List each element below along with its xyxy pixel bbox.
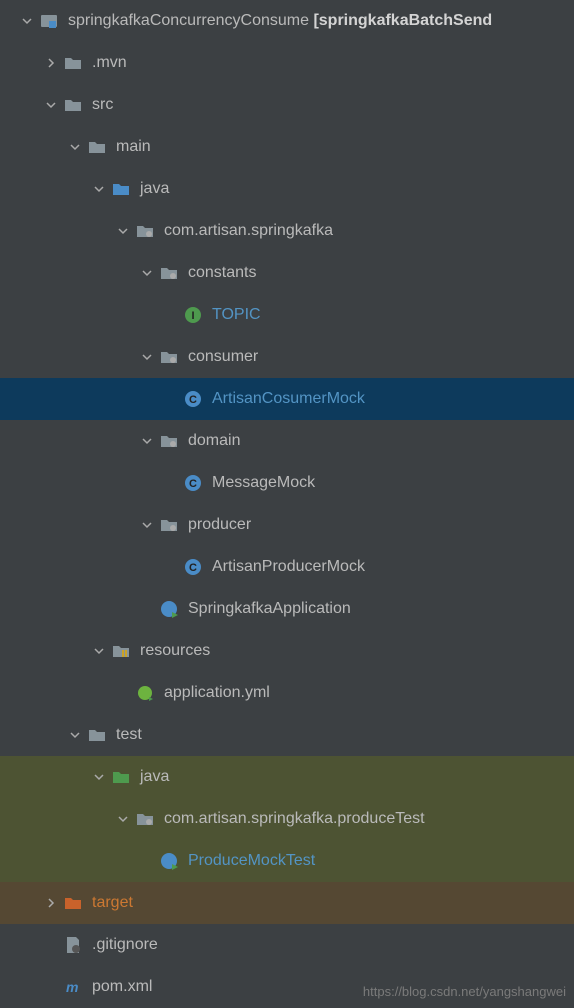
chevron-down-icon bbox=[142, 268, 152, 278]
package-icon bbox=[136, 222, 154, 240]
tree-item-label: producer bbox=[188, 516, 251, 534]
tree-item-label: resources bbox=[140, 642, 210, 660]
tree-item-suffix: [springkafkaBatchSend bbox=[313, 12, 492, 30]
excluded-folder-icon bbox=[64, 894, 82, 912]
tree-item-test-java[interactable]: java bbox=[0, 756, 574, 798]
class-icon: C bbox=[184, 558, 202, 576]
svg-text:I: I bbox=[191, 310, 194, 322]
tree-item-label: ArtisanCosumerMock bbox=[212, 390, 365, 408]
tree-item-label: src bbox=[92, 96, 113, 114]
folder-icon bbox=[88, 726, 106, 744]
tree-item-label: ArtisanProducerMock bbox=[212, 558, 365, 576]
tree-item-label: main bbox=[116, 138, 151, 156]
tree-item-label: application.yml bbox=[164, 684, 270, 702]
chevron-down-icon bbox=[70, 730, 80, 740]
package-icon bbox=[160, 348, 178, 366]
tree-item-springkafka-application[interactable]: SpringkafkaApplication bbox=[0, 588, 574, 630]
class-icon: C bbox=[184, 474, 202, 492]
folder-icon bbox=[64, 54, 82, 72]
tree-item-label: MessageMock bbox=[212, 474, 315, 492]
tree-item-test[interactable]: test bbox=[0, 714, 574, 756]
watermark: https://blog.csdn.net/yangshangwei bbox=[363, 984, 566, 999]
run-class-icon bbox=[160, 852, 178, 870]
interface-icon: I bbox=[184, 306, 202, 324]
chevron-down-icon bbox=[142, 352, 152, 362]
class-icon: C bbox=[184, 390, 202, 408]
chevron-down-icon bbox=[46, 100, 56, 110]
package-icon bbox=[136, 810, 154, 828]
tree-item-topic[interactable]: I TOPIC bbox=[0, 294, 574, 336]
tree-item-label: target bbox=[92, 894, 133, 912]
folder-icon bbox=[88, 138, 106, 156]
source-folder-icon bbox=[112, 180, 130, 198]
tree-item-gitignore[interactable]: .gitignore bbox=[0, 924, 574, 966]
folder-icon bbox=[64, 96, 82, 114]
tree-item-label: com.artisan.springkafka bbox=[164, 222, 333, 240]
tree-item-application-yml[interactable]: application.yml bbox=[0, 672, 574, 714]
tree-item-label: constants bbox=[188, 264, 256, 282]
maven-icon: m bbox=[64, 978, 82, 996]
tree-item-test-package[interactable]: com.artisan.springkafka.produceTest bbox=[0, 798, 574, 840]
svg-text:C: C bbox=[189, 562, 197, 574]
tree-item-label: .mvn bbox=[92, 54, 127, 72]
tree-item-label: java bbox=[140, 180, 169, 198]
resources-folder-icon bbox=[112, 642, 130, 660]
chevron-down-icon bbox=[70, 142, 80, 152]
tree-item-target[interactable]: target bbox=[0, 882, 574, 924]
package-icon bbox=[160, 516, 178, 534]
module-icon bbox=[40, 12, 58, 30]
tree-item-artisan-producer-mock[interactable]: C ArtisanProducerMock bbox=[0, 546, 574, 588]
chevron-down-icon bbox=[118, 814, 128, 824]
chevron-down-icon bbox=[94, 184, 104, 194]
tree-item-message-mock[interactable]: C MessageMock bbox=[0, 462, 574, 504]
tree-item-produce-mock-test[interactable]: ProduceMockTest bbox=[0, 840, 574, 882]
svg-text:C: C bbox=[189, 478, 197, 490]
svg-text:m: m bbox=[66, 979, 78, 995]
run-class-icon bbox=[160, 600, 178, 618]
package-icon bbox=[160, 432, 178, 450]
tree-item-root[interactable]: springkafkaConcurrencyConsume [springkaf… bbox=[0, 0, 574, 42]
chevron-down-icon bbox=[94, 646, 104, 656]
tree-item-main[interactable]: main bbox=[0, 126, 574, 168]
tree-item-label: pom.xml bbox=[92, 978, 152, 996]
tree-item-label: springkafkaConcurrencyConsume bbox=[68, 12, 309, 30]
tree-item-consumer[interactable]: consumer bbox=[0, 336, 574, 378]
tree-item-label: SpringkafkaApplication bbox=[188, 600, 351, 618]
chevron-down-icon bbox=[118, 226, 128, 236]
tree-item-domain[interactable]: domain bbox=[0, 420, 574, 462]
chevron-right-icon bbox=[46, 898, 56, 908]
chevron-down-icon bbox=[94, 772, 104, 782]
tree-item-src[interactable]: src bbox=[0, 84, 574, 126]
tree-item-resources[interactable]: resources bbox=[0, 630, 574, 672]
test-folder-icon bbox=[112, 768, 130, 786]
svg-text:C: C bbox=[189, 394, 197, 406]
tree-item-producer[interactable]: producer bbox=[0, 504, 574, 546]
tree-item-package[interactable]: com.artisan.springkafka bbox=[0, 210, 574, 252]
yaml-spring-icon bbox=[136, 684, 154, 702]
tree-item-mvn[interactable]: .mvn bbox=[0, 42, 574, 84]
tree-item-constants[interactable]: constants bbox=[0, 252, 574, 294]
tree-item-label: test bbox=[116, 726, 142, 744]
tree-item-artisan-consumer-mock[interactable]: C ArtisanCosumerMock bbox=[0, 378, 574, 420]
tree-item-label: TOPIC bbox=[212, 306, 261, 324]
package-icon bbox=[160, 264, 178, 282]
chevron-right-icon bbox=[46, 58, 56, 68]
tree-item-label: com.artisan.springkafka.produceTest bbox=[164, 810, 425, 828]
tree-item-label: domain bbox=[188, 432, 240, 450]
chevron-down-icon bbox=[142, 436, 152, 446]
tree-item-java[interactable]: java bbox=[0, 168, 574, 210]
tree-item-label: .gitignore bbox=[92, 936, 158, 954]
tree-item-label: ProduceMockTest bbox=[188, 852, 315, 870]
chevron-down-icon bbox=[22, 16, 32, 26]
tree-item-label: java bbox=[140, 768, 169, 786]
chevron-down-icon bbox=[142, 520, 152, 530]
file-icon bbox=[64, 936, 82, 954]
tree-item-label: consumer bbox=[188, 348, 258, 366]
